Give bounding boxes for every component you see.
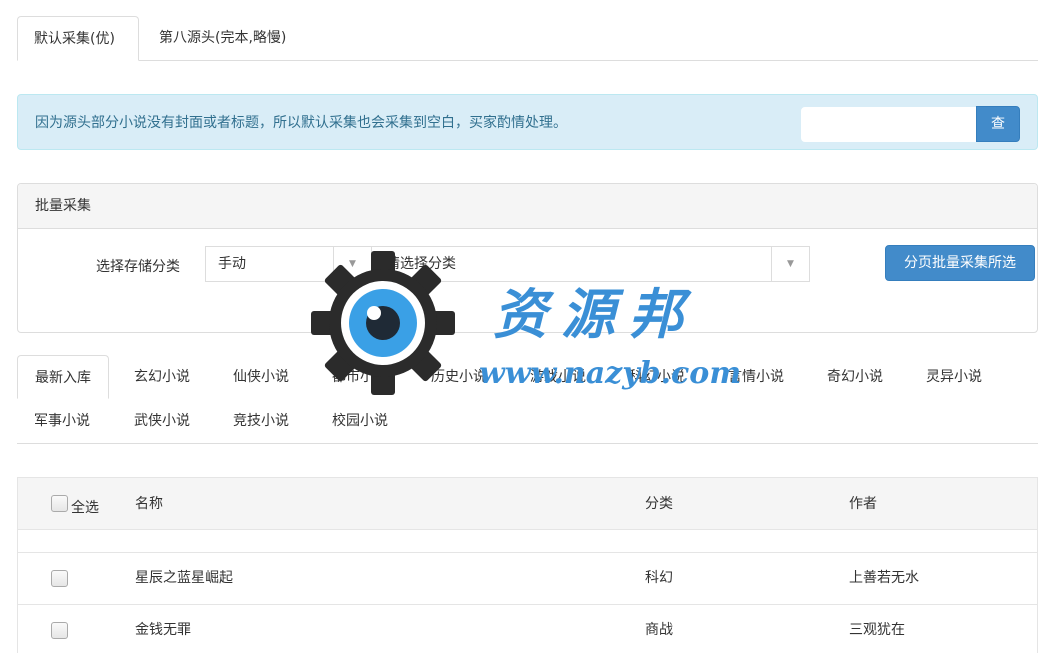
tab-eighth-source[interactable]: 第八源头(完本,略慢) [143, 16, 302, 61]
category-select-placeholder: 请选择分类 [386, 256, 456, 272]
row-name: 金钱无罪 [135, 622, 191, 638]
tab-xianxia[interactable]: 仙侠小说 [216, 355, 306, 399]
header-author: 作者 [849, 496, 877, 512]
row-category: 商战 [645, 622, 673, 638]
row-checkbox[interactable] [51, 622, 68, 639]
mode-select[interactable]: 手动 [205, 246, 333, 282]
row-checkbox[interactable] [51, 570, 68, 587]
batch-collect-button[interactable]: 分页批量采集所选 [885, 245, 1035, 281]
tab-wuxia[interactable]: 武侠小说 [117, 399, 207, 443]
tab-jingji[interactable]: 竞技小说 [216, 399, 306, 443]
row-author: 三观犹在 [849, 622, 905, 638]
info-alert: 因为源头部分小说没有封面或者标题，所以默认采集也会采集到空白，买家酌情处理。 查 [17, 94, 1038, 150]
search-input[interactable] [801, 107, 977, 142]
tab-xuanhuan[interactable]: 玄幻小说 [117, 355, 207, 399]
table-row[interactable]: 星辰之蓝星崛起 科幻 上善若无水 [17, 553, 1038, 605]
chevron-down-icon[interactable]: ▼ [771, 247, 809, 281]
tab-junshi[interactable]: 军事小说 [17, 399, 107, 443]
select-all-checkbox[interactable] [51, 495, 68, 512]
panel-heading: 批量采集 [18, 184, 1037, 229]
select-all-label: 全选 [71, 500, 99, 516]
category-tabs: 最新入库 玄幻小说 仙侠小说 都市小说 历史小说 游戏小说 科幻小说 言情小说 … [17, 355, 1038, 444]
tab-xiaoyuan[interactable]: 校园小说 [315, 399, 405, 443]
novel-table: 全选 名称 分类 作者 星辰之蓝星崛起 科幻 上善若无水 金钱无罪 商战 三观犹… [17, 477, 1038, 653]
tab-kehuan[interactable]: 科幻小说 [612, 355, 702, 399]
row-author: 上善若无水 [849, 570, 919, 586]
category-select[interactable]: ▼ 请选择分类 ▼ [333, 246, 810, 282]
search-button[interactable]: 查 [976, 106, 1020, 142]
alert-message: 因为源头部分小说没有封面或者标题，所以默认采集也会采集到空白，买家酌情处理。 [35, 115, 567, 131]
tab-yanqing[interactable]: 言情小说 [711, 355, 801, 399]
row-category: 科幻 [645, 570, 673, 586]
table-row[interactable]: 金钱无罪 商战 三观犹在 [17, 605, 1038, 653]
tab-dushi[interactable]: 都市小说 [315, 355, 405, 399]
source-tabs: 默认采集(优) 第八源头(完本,略慢) [17, 16, 1038, 61]
table-header: 全选 名称 分类 作者 [17, 477, 1038, 530]
tab-qihuan[interactable]: 奇幻小说 [810, 355, 900, 399]
row-name: 星辰之蓝星崛起 [135, 570, 233, 586]
header-category: 分类 [645, 496, 673, 512]
tab-latest[interactable]: 最新入库 [17, 355, 109, 399]
tab-youxi[interactable]: 游戏小说 [513, 355, 603, 399]
storage-category-label: 选择存储分类 [96, 259, 180, 275]
tab-lishi[interactable]: 历史小说 [414, 355, 504, 399]
header-name: 名称 [135, 496, 163, 512]
tab-lingyi[interactable]: 灵异小说 [909, 355, 999, 399]
tab-default-source[interactable]: 默认采集(优) [17, 16, 139, 61]
chevron-down-icon[interactable]: ▼ [334, 247, 372, 281]
batch-panel: 批量采集 选择存储分类 手动 ▼ 请选择分类 ▼ 分页批量采集所选 [17, 183, 1038, 333]
table-row-empty [17, 530, 1038, 553]
